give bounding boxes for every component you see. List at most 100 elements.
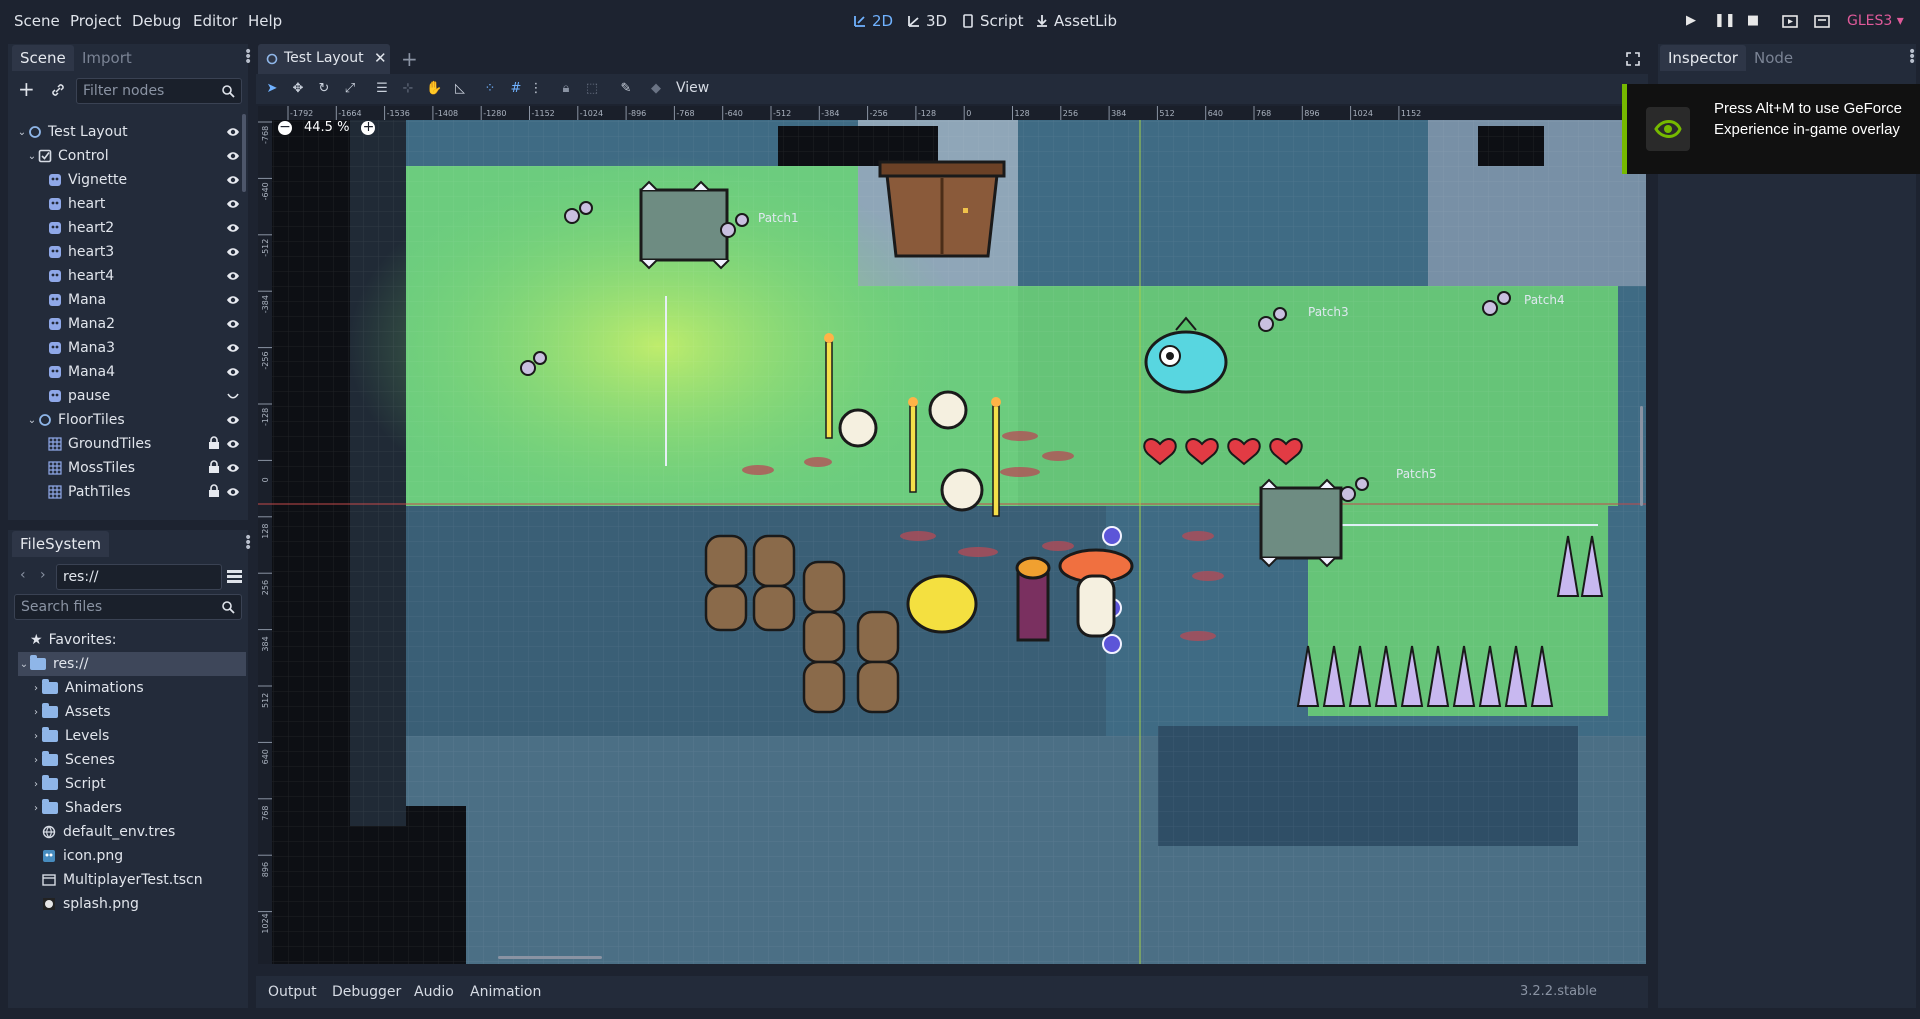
canvas-viewport[interactable]: -1792 -1664 -1536 -1408 -1280 -1152 -1024 -896-… bbox=[258, 106, 1646, 964]
visibility-eye-icon[interactable] bbox=[226, 341, 240, 355]
tree-node[interactable]: ⌄ FloorTiles bbox=[26, 408, 244, 432]
menu-debug[interactable]: Debug bbox=[132, 12, 181, 30]
tab-filesystem[interactable]: FileSystem bbox=[12, 531, 110, 557]
tab-animation[interactable]: Animation bbox=[470, 984, 541, 1000]
bones-icon[interactable]: ✎ bbox=[618, 81, 634, 97]
scene-tree-scrollbar[interactable] bbox=[242, 114, 246, 192]
vertical-scrollbar[interactable] bbox=[1640, 406, 1643, 506]
folder-row[interactable]: › Scenes bbox=[30, 748, 254, 772]
folder-row[interactable]: › Levels bbox=[30, 724, 254, 748]
move-mode-icon[interactable]: ✥ bbox=[290, 81, 306, 97]
pivot-icon[interactable]: ⊹ bbox=[400, 81, 416, 97]
tab-output[interactable]: Output bbox=[268, 984, 317, 1000]
file-row[interactable]: splash.png bbox=[42, 892, 266, 916]
select-mode-icon[interactable]: ➤ bbox=[264, 81, 280, 97]
tab-scene[interactable]: Scene bbox=[12, 45, 74, 71]
smart-snap-icon[interactable]: ⁘ bbox=[482, 81, 498, 97]
expand-arrow-icon[interactable]: › bbox=[30, 803, 42, 814]
view-menu[interactable]: View bbox=[676, 80, 709, 96]
play-icon[interactable]: ▶ bbox=[1683, 13, 1699, 29]
filesystem-dock-menu-icon[interactable]: • • • bbox=[244, 531, 252, 555]
list-select-icon[interactable]: ☰ bbox=[374, 81, 390, 97]
renderer-selector[interactable]: GLES3 ▾ bbox=[1847, 13, 1904, 29]
menu-editor[interactable]: Editor bbox=[193, 12, 237, 30]
stop-icon[interactable]: ■ bbox=[1745, 13, 1761, 29]
visibility-eye-icon[interactable] bbox=[226, 317, 240, 331]
zoom-in-button[interactable]: + bbox=[361, 120, 376, 135]
tree-node[interactable]: Vignette bbox=[36, 168, 244, 192]
folder-row[interactable]: › Assets bbox=[30, 700, 254, 724]
tree-node[interactable]: GroundTiles bbox=[36, 432, 244, 456]
tree-node[interactable]: Mana2 bbox=[36, 312, 244, 336]
expand-arrow-icon[interactable]: › bbox=[30, 779, 42, 790]
tree-node[interactable]: ⌄ Test Layout bbox=[16, 120, 244, 144]
tab-node[interactable]: Node bbox=[1746, 45, 1801, 71]
visibility-eye-icon[interactable] bbox=[226, 269, 240, 283]
folder-row[interactable]: › Animations bbox=[30, 676, 254, 700]
visibility-eye-icon[interactable] bbox=[226, 413, 240, 427]
group-icon[interactable]: ⬚ bbox=[584, 81, 600, 97]
game-scene-canvas[interactable]: -1792 -1664 -1536 -1408 -1280 -1152 -1024 -896-… bbox=[258, 106, 1646, 964]
menu-help[interactable]: Help bbox=[248, 12, 282, 30]
split-view-icon[interactable] bbox=[226, 568, 243, 585]
play-custom-scene-icon[interactable] bbox=[1814, 13, 1830, 29]
workspace-3d-button[interactable]: 3D bbox=[907, 12, 947, 30]
scale-mode-icon[interactable]: ⤢ bbox=[342, 81, 358, 97]
tree-node[interactable]: MossTiles bbox=[36, 456, 244, 480]
visibility-eye-icon[interactable] bbox=[226, 245, 240, 259]
res-root-row[interactable]: ⌄ res:// bbox=[18, 652, 246, 676]
folder-row[interactable]: › Shaders bbox=[30, 796, 254, 820]
tab-import[interactable]: Import bbox=[74, 45, 140, 71]
search-files-input[interactable]: Search files bbox=[14, 594, 242, 620]
tab-audio[interactable]: Audio bbox=[414, 984, 454, 1000]
expand-arrow-icon[interactable]: › bbox=[30, 755, 42, 766]
collapse-arrow-icon[interactable]: ⌄ bbox=[18, 659, 30, 670]
file-row[interactable]: icon.png bbox=[42, 844, 266, 868]
workspace-script-button[interactable]: Script bbox=[961, 12, 1024, 30]
back-arrow-icon[interactable]: ‹ bbox=[20, 567, 26, 583]
ruler-mode-icon[interactable]: ◺ bbox=[452, 81, 468, 97]
forward-arrow-icon[interactable]: › bbox=[40, 567, 46, 583]
favorites-row[interactable]: ★ Favorites: bbox=[30, 628, 254, 652]
menu-project[interactable]: Project bbox=[70, 12, 121, 30]
workspace-assetlib-button[interactable]: AssetLib bbox=[1035, 12, 1117, 30]
camera-override-icon[interactable]: ◆ bbox=[648, 81, 664, 97]
lock-icon[interactable] bbox=[208, 460, 220, 474]
hidden-eye-icon[interactable] bbox=[226, 389, 240, 403]
expand-arrow-icon[interactable]: › bbox=[30, 683, 42, 694]
link-icon[interactable] bbox=[50, 82, 66, 98]
snap-options-icon[interactable]: ⋮ bbox=[528, 81, 544, 97]
visibility-eye-icon[interactable] bbox=[226, 173, 240, 187]
tree-node[interactable]: Mana3 bbox=[36, 336, 244, 360]
folder-row[interactable]: › Script bbox=[30, 772, 254, 796]
visibility-eye-icon[interactable] bbox=[226, 221, 240, 235]
pan-mode-icon[interactable]: ✋ bbox=[426, 81, 442, 97]
new-scene-tab-button[interactable]: + bbox=[401, 47, 418, 71]
tab-inspector[interactable]: Inspector bbox=[1660, 45, 1746, 71]
distraction-free-icon[interactable] bbox=[1626, 52, 1640, 66]
pause-icon[interactable]: ❚❚ bbox=[1714, 13, 1736, 29]
expand-arrow-icon[interactable]: › bbox=[30, 707, 42, 718]
scene-dock-menu-icon[interactable]: • • • bbox=[244, 45, 252, 69]
grid-snap-icon[interactable]: # bbox=[508, 81, 524, 97]
play-scene-icon[interactable] bbox=[1782, 13, 1798, 29]
file-row[interactable]: MultiplayerTest.tscn bbox=[42, 868, 266, 892]
lock-icon[interactable] bbox=[208, 484, 220, 498]
visibility-eye-icon[interactable] bbox=[226, 149, 240, 163]
tree-node[interactable]: pause bbox=[36, 384, 244, 408]
collapse-arrow-icon[interactable]: ⌄ bbox=[26, 415, 38, 426]
tree-node[interactable]: Mana4 bbox=[36, 360, 244, 384]
visibility-eye-icon[interactable] bbox=[226, 461, 240, 475]
rotate-mode-icon[interactable]: ↻ bbox=[316, 81, 332, 97]
collapse-arrow-icon[interactable]: ⌄ bbox=[16, 127, 28, 138]
add-node-button[interactable]: + bbox=[18, 79, 35, 99]
visibility-eye-icon[interactable] bbox=[226, 293, 240, 307]
zoom-out-button[interactable]: − bbox=[278, 120, 292, 135]
lock-icon[interactable]: 🔒︎ bbox=[558, 81, 574, 97]
expand-arrow-icon[interactable]: › bbox=[30, 731, 42, 742]
tree-node[interactable]: Mana bbox=[36, 288, 244, 312]
lock-icon[interactable] bbox=[208, 436, 220, 450]
tree-node[interactable]: ⌄ Control bbox=[26, 144, 244, 168]
visibility-eye-icon[interactable] bbox=[226, 197, 240, 211]
tree-node[interactable]: heart4 bbox=[36, 264, 244, 288]
